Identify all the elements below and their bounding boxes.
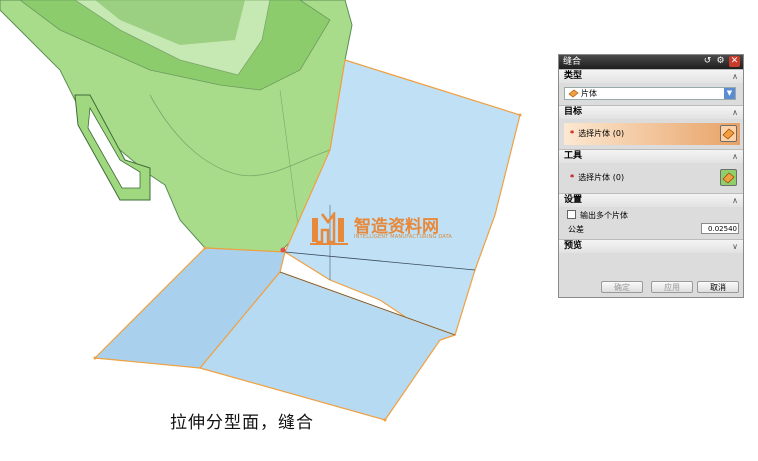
close-icon[interactable]: ✕ xyxy=(729,56,740,67)
tool-selection-row[interactable]: * 选择片体 (0) xyxy=(564,167,740,189)
ok-button[interactable]: 确定 xyxy=(601,281,643,293)
tolerance-input[interactable]: 0.02540 xyxy=(701,223,739,234)
section-target-header[interactable]: 目标 ∧ xyxy=(559,105,743,119)
watermark: 智造资料网 INTELLIGENT MANUFACTURING DATA xyxy=(308,210,458,250)
chevron-up-icon[interactable]: ∧ xyxy=(732,106,738,119)
section-tool-header[interactable]: 工具 ∧ xyxy=(559,149,743,163)
section-tool-label: 工具 xyxy=(564,151,583,161)
sheet-body-icon xyxy=(568,89,579,98)
graphics-viewport[interactable]: 智造资料网 INTELLIGENT MANUFACTURING DATA xyxy=(0,0,550,457)
select-sheet-icon[interactable] xyxy=(720,125,737,142)
dropdown-arrow-icon[interactable]: ▼ xyxy=(724,88,735,99)
section-type-body: 片体 ▼ xyxy=(559,83,743,105)
caption: 拉伸分型面，缝合 xyxy=(170,413,314,433)
type-dropdown[interactable]: 片体 ▼ xyxy=(564,87,736,100)
sew-dialog: 缝合 ↺ ⚙ ✕ 类型 ∧ 片体 ▼ 目标 ∧ *选择片体 (0) 工具 ∧ xyxy=(558,54,744,298)
tool-prompt: 选择片体 (0) xyxy=(578,173,625,182)
required-star-icon: * xyxy=(570,173,575,182)
section-target-body: * 选择片体 (0) xyxy=(559,119,743,149)
tolerance-label: 公差 xyxy=(568,225,584,234)
chevron-down-icon[interactable]: ∨ xyxy=(732,240,738,253)
section-type-header[interactable]: 类型 ∧ xyxy=(559,69,743,83)
gear-icon[interactable]: ⚙ xyxy=(715,56,726,67)
section-settings-body: 输出多个片体 公差 0.02540 xyxy=(559,207,743,239)
output-multiple-sheets-checkbox[interactable] xyxy=(567,210,576,219)
section-settings-header[interactable]: 设置 ∧ xyxy=(559,193,743,207)
cancel-button[interactable]: 取消 xyxy=(697,281,739,293)
dialog-titlebar[interactable]: 缝合 ↺ ⚙ ✕ xyxy=(559,55,743,69)
required-star-icon: * xyxy=(570,129,575,138)
select-sheet-icon[interactable] xyxy=(720,169,737,186)
section-preview-header[interactable]: 预览 ∨ xyxy=(559,239,743,253)
chevron-up-icon[interactable]: ∧ xyxy=(732,194,738,207)
section-preview-label: 预览 xyxy=(564,241,583,251)
section-type-label: 类型 xyxy=(564,71,583,81)
dialog-title: 缝合 xyxy=(563,57,582,67)
green-part-body[interactable] xyxy=(0,0,353,253)
section-settings-label: 设置 xyxy=(564,195,583,205)
model-view[interactable] xyxy=(0,0,550,457)
target-prompt: 选择片体 (0) xyxy=(578,129,625,138)
output-multiple-sheets-label: 输出多个片体 xyxy=(580,211,628,220)
watermark-subtext: INTELLIGENT MANUFACTURING DATA xyxy=(354,234,453,240)
chevron-up-icon[interactable]: ∧ xyxy=(732,150,738,163)
reset-icon[interactable]: ↺ xyxy=(702,56,713,67)
section-tool-body: * 选择片体 (0) xyxy=(559,163,743,193)
type-selected-value: 片体 xyxy=(581,89,597,98)
watermark-logo-icon xyxy=(310,212,348,245)
chevron-up-icon[interactable]: ∧ xyxy=(732,70,738,83)
target-selection-row[interactable]: * 选择片体 (0) xyxy=(564,123,740,145)
section-target-label: 目标 xyxy=(564,107,583,117)
apply-button[interactable]: 应用 xyxy=(651,281,693,293)
